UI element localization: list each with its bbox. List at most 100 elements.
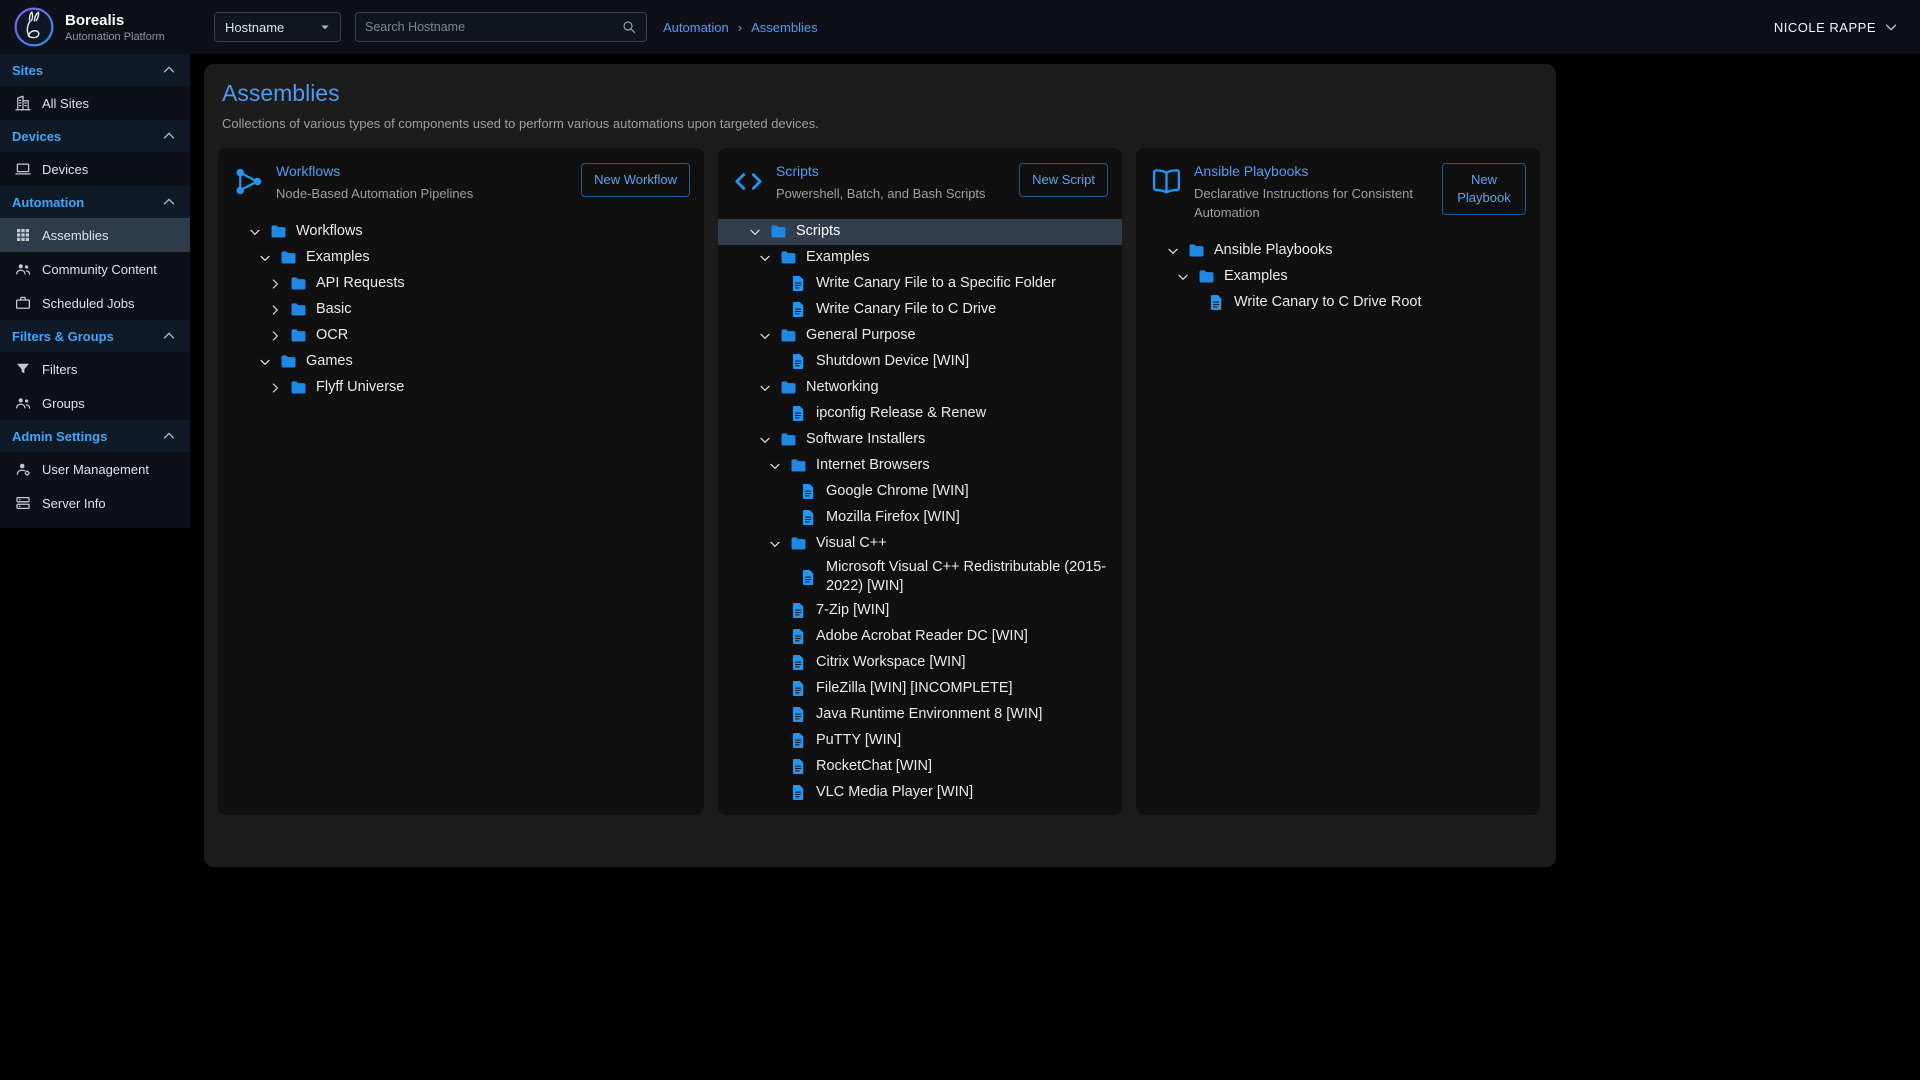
tree-file-google-chrome-win[interactable]: Google Chrome [WIN] [718, 479, 1122, 505]
chevron-right-icon[interactable] [266, 327, 284, 345]
folder-icon [779, 248, 798, 267]
folder-icon [1197, 267, 1216, 286]
folder-icon [289, 326, 308, 345]
sidebar-item-user-management[interactable]: User Management [0, 452, 190, 486]
tree-file-vlc-media-player-win[interactable]: VLC Media Player [WIN] [718, 780, 1122, 806]
chevron-down-icon[interactable] [766, 457, 784, 475]
chevron-down-icon[interactable] [256, 353, 274, 371]
tree-folder-examples[interactable]: Examples [718, 245, 1122, 271]
hostname-select[interactable]: Hostname [214, 12, 341, 42]
sidebar-item-label: Server Info [42, 496, 106, 511]
breadcrumb-assemblies[interactable]: Assemblies [751, 20, 817, 35]
caret-spacer [776, 483, 794, 501]
tree-folder-software-installers[interactable]: Software Installers [718, 427, 1122, 453]
tree-file-java-runtime-environment-8-win[interactable]: Java Runtime Environment 8 [WIN] [718, 702, 1122, 728]
new-workflow-button[interactable]: New Workflow [581, 163, 690, 197]
tree-file-microsoft-visual-c-redistributable-2015-2022-win[interactable]: Microsoft Visual C++ Redistributable (20… [718, 557, 1122, 598]
tree-folder-networking[interactable]: Networking [718, 375, 1122, 401]
chevron-down-icon[interactable] [246, 223, 264, 241]
chevron-right-icon[interactable] [266, 379, 284, 397]
chevron-down-icon[interactable] [756, 379, 774, 397]
sidebar-item-label: Scheduled Jobs [42, 296, 135, 311]
hostname-search[interactable] [355, 12, 647, 42]
tree-folder-visual-c[interactable]: Visual C++ [718, 531, 1122, 557]
tree-node-label: Write Canary File to C Drive [816, 300, 996, 320]
user-menu[interactable]: NICOLE RAPPE [1774, 18, 1900, 36]
tree-folder-examples[interactable]: Examples [218, 245, 704, 271]
sidebar-item-community-content[interactable]: Community Content [0, 252, 190, 286]
tree-file-mozilla-firefox-win[interactable]: Mozilla Firefox [WIN] [718, 505, 1122, 531]
sites-icon [14, 94, 32, 112]
tree-file-rocketchat-win[interactable]: RocketChat [WIN] [718, 754, 1122, 780]
tree-folder-games[interactable]: Games [218, 349, 704, 375]
tree-folder-flyff-universe[interactable]: Flyff Universe [218, 375, 704, 401]
tree-file-putty-win[interactable]: PuTTY [WIN] [718, 728, 1122, 754]
file-icon [789, 731, 808, 750]
file-icon [789, 627, 808, 646]
tree-folder-internet-browsers[interactable]: Internet Browsers [718, 453, 1122, 479]
brand-name: Borealis [65, 12, 165, 30]
file-icon [799, 568, 818, 587]
tree-folder-general-purpose[interactable]: General Purpose [718, 323, 1122, 349]
tree-folder-basic[interactable]: Basic [218, 297, 704, 323]
chevron-right-icon[interactable] [266, 301, 284, 319]
brand-subtitle: Automation Platform [65, 31, 165, 43]
code-brackets-icon [732, 165, 765, 198]
sidebar-section-automation[interactable]: Automation [0, 186, 190, 218]
chevron-down-icon[interactable] [746, 223, 764, 241]
caret-spacer [1184, 294, 1202, 312]
breadcrumb-automation[interactable]: Automation [663, 20, 729, 35]
tree-folder-scripts[interactable]: Scripts [718, 219, 1122, 245]
tree-file-filezilla-win-incomplete[interactable]: FileZilla [WIN] [INCOMPLETE] [718, 676, 1122, 702]
chevron-down-icon[interactable] [756, 431, 774, 449]
new-playbook-button[interactable]: New Playbook [1442, 163, 1526, 215]
brand[interactable]: Borealis Automation Platform [0, 6, 204, 48]
tree-file-write-canary-file-to-a-specific-folder[interactable]: Write Canary File to a Specific Folder [718, 271, 1122, 297]
chevron-down-icon[interactable] [766, 535, 784, 553]
card-title: Scripts [776, 163, 1009, 179]
tree-file-adobe-acrobat-reader-dc-win[interactable]: Adobe Acrobat Reader DC [WIN] [718, 624, 1122, 650]
tree-node-label: Java Runtime Environment 8 [WIN] [816, 705, 1042, 725]
caret-spacer [766, 602, 784, 620]
tree-file-shutdown-device-win[interactable]: Shutdown Device [WIN] [718, 349, 1122, 375]
tree-file-ipconfig-release-renew[interactable]: ipconfig Release & Renew [718, 401, 1122, 427]
tree-folder-ansible-playbooks[interactable]: Ansible Playbooks [1136, 238, 1540, 264]
tree-node-label: PuTTY [WIN] [816, 731, 901, 751]
tree-node-label: Visual C++ [816, 534, 887, 554]
file-icon [799, 508, 818, 527]
sidebar-item-scheduled-jobs[interactable]: Scheduled Jobs [0, 286, 190, 320]
tree-folder-workflows[interactable]: Workflows [218, 219, 704, 245]
folder-icon [779, 378, 798, 397]
folder-icon [769, 222, 788, 241]
chevron-down-icon[interactable] [756, 327, 774, 345]
sidebar-item-server-info[interactable]: Server Info [0, 486, 190, 520]
chevron-right-icon[interactable] [266, 275, 284, 293]
sidebar-section-sites[interactable]: Sites [0, 54, 190, 86]
search-input[interactable] [365, 20, 621, 34]
folder-icon [789, 456, 808, 475]
chevron-down-icon[interactable] [1164, 242, 1182, 260]
tree-file-7-zip-win[interactable]: 7-Zip [WIN] [718, 598, 1122, 624]
tree-folder-ocr[interactable]: OCR [218, 323, 704, 349]
tree-file-write-canary-file-to-c-drive[interactable]: Write Canary File to C Drive [718, 297, 1122, 323]
sidebar-item-groups[interactable]: Groups [0, 386, 190, 420]
tree-node-label: Ansible Playbooks [1214, 241, 1333, 261]
sidebar-item-all-sites[interactable]: All Sites [0, 86, 190, 120]
chevron-down-icon[interactable] [756, 249, 774, 267]
sidebar-item-label: User Management [42, 462, 149, 477]
sidebar-section-filters-groups[interactable]: Filters & Groups [0, 320, 190, 352]
card-title: Ansible Playbooks [1194, 163, 1432, 179]
sidebar-section-admin-settings[interactable]: Admin Settings [0, 420, 190, 452]
tree-folder-examples[interactable]: Examples [1136, 264, 1540, 290]
caret-spacer [766, 732, 784, 750]
tree-file-write-canary-to-c-drive-root[interactable]: Write Canary to C Drive Root [1136, 290, 1540, 316]
new-script-button[interactable]: New Script [1019, 163, 1108, 197]
sidebar-item-filters[interactable]: Filters [0, 352, 190, 386]
tree-file-citrix-workspace-win[interactable]: Citrix Workspace [WIN] [718, 650, 1122, 676]
sidebar-item-assemblies[interactable]: Assemblies [0, 218, 190, 252]
tree-folder-api-requests[interactable]: API Requests [218, 271, 704, 297]
chevron-down-icon[interactable] [256, 249, 274, 267]
sidebar-section-devices[interactable]: Devices [0, 120, 190, 152]
sidebar-item-devices[interactable]: Devices [0, 152, 190, 186]
chevron-down-icon[interactable] [1174, 268, 1192, 286]
